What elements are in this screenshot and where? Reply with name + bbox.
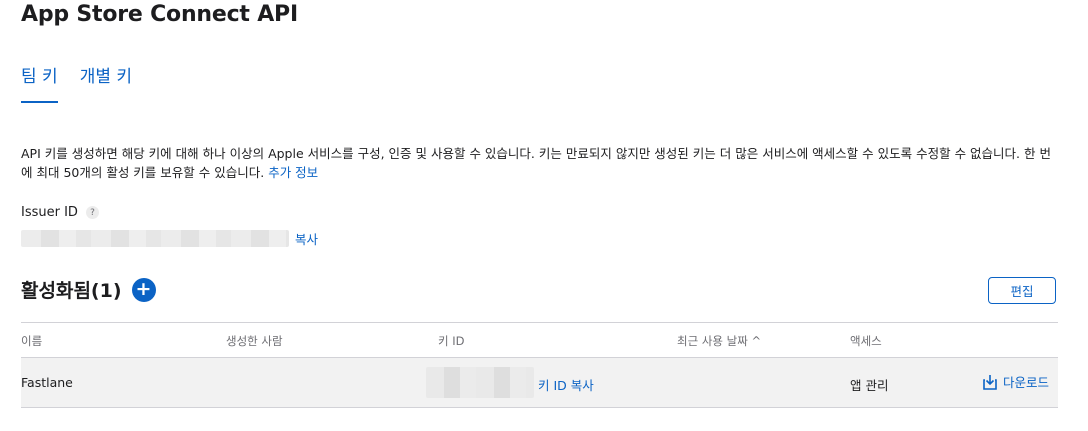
issuer-id-value-redacted — [21, 230, 289, 247]
key-id-redacted — [426, 367, 534, 398]
tab-team-keys[interactable]: 팀 키 — [21, 62, 58, 103]
keys-table: 이름 생성한 사람 키 ID 최근 사용 날짜 ^ 액세스 Fastlane 키… — [21, 322, 1058, 408]
plus-icon: + — [135, 278, 152, 300]
table-header: 이름 생성한 사람 키 ID 최근 사용 날짜 ^ 액세스 — [21, 322, 1058, 358]
key-tabs: 팀 키 개별 키 — [21, 62, 132, 103]
key-name: Fastlane — [21, 375, 73, 390]
col-last-used[interactable]: 최근 사용 날짜 ^ — [677, 333, 761, 349]
description-text: API 키를 생성하면 해당 키에 대해 하나 이상의 Apple 서비스를 구… — [21, 146, 1051, 180]
learn-more-link[interactable]: 추가 정보 — [268, 165, 318, 180]
copy-key-id-button[interactable]: 키 ID 복사 — [538, 375, 594, 394]
issuer-id-label: Issuer ID — [21, 205, 78, 220]
description: API 키를 생성하면 해당 키에 대해 하나 이상의 Apple 서비스를 구… — [21, 144, 1061, 182]
page-title: App Store Connect API — [21, 2, 298, 27]
download-label: 다운로드 — [1003, 375, 1050, 390]
active-keys-header: 활성화됨(1) + — [21, 276, 156, 303]
tab-individual-keys[interactable]: 개별 키 — [80, 62, 132, 103]
copy-issuer-id-button[interactable]: 복사 — [295, 229, 318, 248]
issuer-id-row: 복사 — [21, 229, 318, 248]
table-row[interactable]: Fastlane 키 ID 복사 앱 관리 다운로드 — [21, 358, 1058, 408]
col-access[interactable]: 액세스 — [850, 333, 882, 349]
active-keys-title: 활성화됨(1) — [21, 280, 122, 302]
col-name[interactable]: 이름 — [21, 333, 42, 349]
download-icon — [983, 374, 997, 390]
help-icon[interactable]: ? — [85, 206, 99, 219]
col-created-by[interactable]: 생성한 사람 — [226, 333, 283, 349]
download-button[interactable]: 다운로드 — [981, 372, 1049, 391]
col-key-id[interactable]: 키 ID — [438, 333, 464, 349]
edit-button[interactable]: 편집 — [988, 277, 1056, 304]
issuer-id-label-row: Issuer ID ? — [21, 205, 99, 220]
key-access: 앱 관리 — [850, 378, 889, 393]
add-key-button[interactable]: + — [131, 277, 156, 302]
